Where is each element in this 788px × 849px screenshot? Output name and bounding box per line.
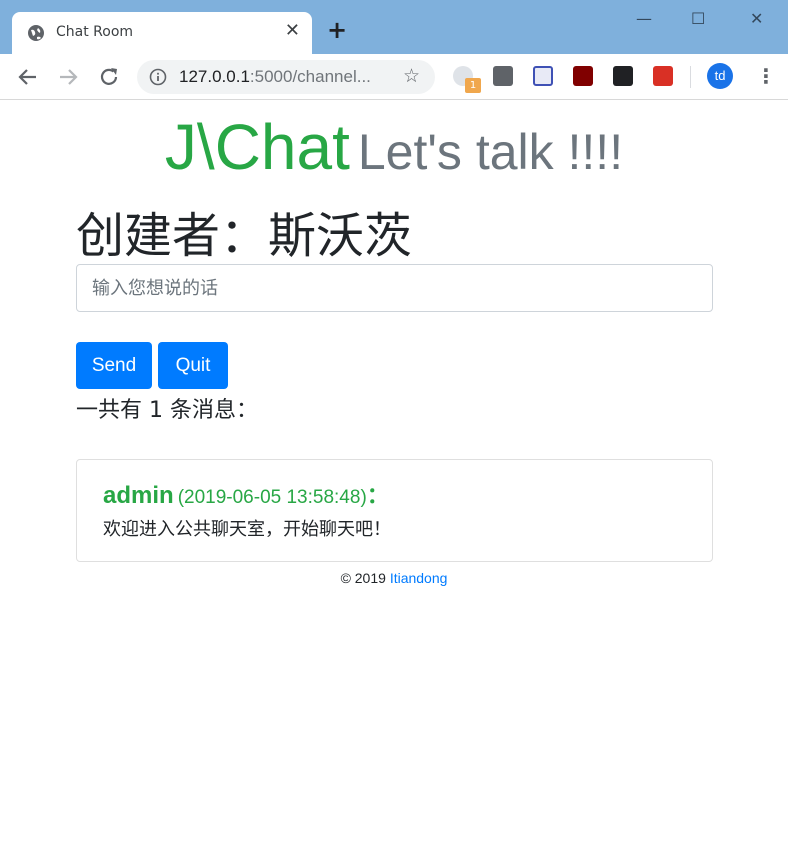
footer-copyright: © 2019: [340, 570, 390, 586]
tab-title: Chat Room: [56, 24, 134, 40]
url-text[interactable]: 127.0.0.1:5000/channel...: [179, 67, 389, 87]
profile-avatar[interactable]: td: [707, 63, 733, 89]
send-button[interactable]: Send: [76, 342, 152, 389]
footer-author-link[interactable]: Itiandong: [390, 570, 448, 586]
brand-logo: J\Chat: [164, 111, 350, 183]
extension-glasses-icon[interactable]: [613, 66, 633, 86]
quit-button[interactable]: Quit: [158, 342, 228, 389]
creator-heading: 创建者：斯沃茨: [76, 208, 413, 264]
menu-kebab-icon[interactable]: ⋮: [756, 65, 776, 87]
reload-icon[interactable]: [97, 65, 121, 89]
url-path: :5000/channel...: [249, 67, 371, 86]
brand-header: J\Chat Let's talk !!!!: [0, 110, 788, 184]
url-host: 127.0.0.1: [179, 67, 250, 86]
address-bar[interactable]: 127.0.0.1:5000/channel... ☆: [137, 60, 435, 94]
extension-window-icon[interactable]: [533, 66, 553, 86]
message-colon: ：: [366, 483, 389, 508]
message-text: 欢迎进入公共聊天室，开始聊天吧！: [103, 519, 391, 540]
globe-icon: [28, 25, 44, 41]
browser-toolbar: 127.0.0.1:5000/channel... ☆ td ⋮: [0, 54, 788, 100]
new-tab-button[interactable]: +: [327, 18, 347, 42]
message-input[interactable]: [76, 264, 713, 312]
extension-bulb-icon[interactable]: [493, 66, 513, 86]
back-arrow-icon[interactable]: [16, 65, 40, 89]
close-window-icon[interactable]: ✕: [750, 8, 763, 30]
message-user: admin: [103, 482, 174, 509]
tab-close-icon[interactable]: ✕: [285, 21, 300, 41]
forward-arrow-icon[interactable]: [56, 65, 80, 89]
page-content: J\ChatLet's talk !!!! 创建者：斯沃茨 Send Quit …: [0, 100, 788, 849]
bookmark-star-icon[interactable]: ☆: [403, 66, 420, 86]
toolbar-divider: [690, 66, 691, 88]
brand-tagline: Let's talk !!!!: [357, 124, 624, 180]
message-header: admin (2019-06-05 13:58:48)：: [103, 478, 389, 510]
footer: © 2019 Itiandong: [0, 570, 788, 586]
minimize-icon[interactable]: —: [636, 8, 652, 30]
browser-tab[interactable]: Chat Room ✕: [12, 12, 312, 54]
info-icon[interactable]: [149, 68, 167, 86]
message-count: 一共有 1 条消息：: [76, 398, 258, 423]
maximize-icon[interactable]: ☐: [691, 8, 705, 30]
extension-pdf-icon[interactable]: [653, 66, 673, 86]
message-time: (2019-06-05 13:58:48): [177, 487, 367, 508]
message-card: admin (2019-06-05 13:58:48)： 欢迎进入公共聊天室，开始…: [76, 459, 713, 562]
extension-badge: 1: [465, 78, 481, 93]
browser-titlebar: Chat Room ✕ + — ☐ ✕: [0, 0, 788, 54]
extension-ublock-icon[interactable]: [573, 66, 593, 86]
